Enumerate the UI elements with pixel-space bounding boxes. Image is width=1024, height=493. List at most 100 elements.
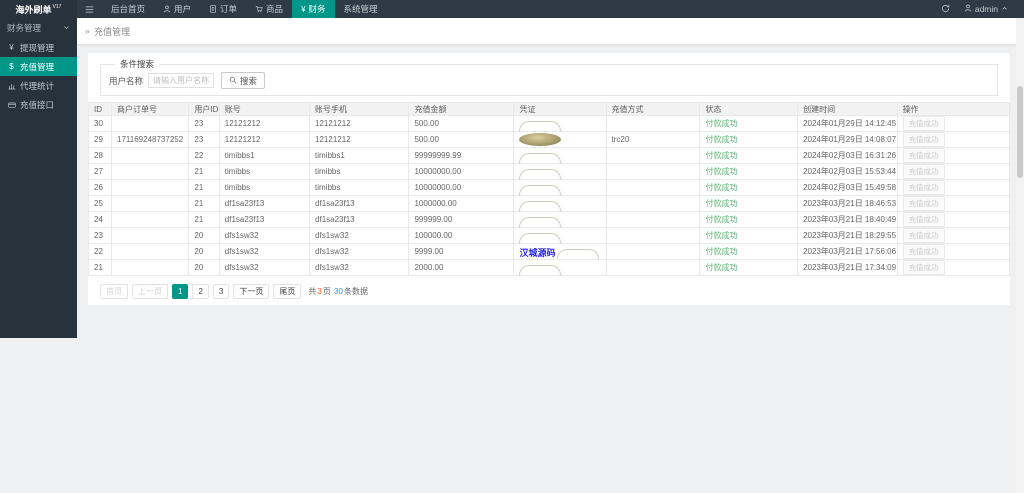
sidebar-section-finance[interactable]: 财务管理 [0,18,77,38]
cell-id: 27 [87,163,113,180]
cell-phone: dfs1sw32 [309,227,410,244]
sidebar-item-label: 代理统计 [20,80,55,91]
nav-item-goods[interactable]: 商品 [246,0,292,18]
cell-time: 2024年01月29日 14:08:07 [797,131,898,148]
page-button-1[interactable]: 1 [172,284,189,299]
voucher-placeholder-arc [519,152,562,163]
cell-order_no [111,243,190,260]
voucher-watermark-text: 汉城源码 [519,247,556,258]
recharge-success-button[interactable]: 充值成功 [902,164,945,179]
cell-order_no [111,163,190,180]
table-row: 24 21 df1sa23f13 df1sa23f13 999999.00 付款成功 202… [87,211,1011,228]
cell-method [605,163,701,180]
cell-action: 充值成功 [896,243,1011,260]
cell-account: 12121212 [218,115,311,132]
recharge-success-button[interactable]: 充值成功 [902,180,945,195]
scrollbar-thumb[interactable] [1017,86,1023,178]
cell-amount: 10000000.00 [408,179,515,196]
cell-amount: 500.00 [408,115,515,132]
cell-id: 21 [87,259,113,276]
cell-method [605,147,701,164]
user-menu[interactable]: admin [964,4,1008,14]
cell-user_id: 23 [188,131,220,148]
refresh-icon[interactable] [941,4,950,15]
recharge-success-button[interactable]: 充值成功 [902,228,945,243]
cell-phone: df1sa23f13 [309,211,410,228]
page-button-3[interactable]: 3 [212,284,230,299]
cell-status: 付款成功 [699,179,799,196]
nav-item-label: 财务 [308,4,326,14]
cell-time: 2024年02月03日 15:53:44 [797,163,898,180]
cell-amount: 99999999.99 [408,147,515,164]
cell-action: 充值成功 [896,115,1011,132]
sidebar-item-withdraw[interactable]: ¥ 提现管理 [0,38,77,57]
cell-id: 28 [87,147,113,164]
cell-action: 充值成功 [896,147,1011,164]
recharge-success-button[interactable]: 充值成功 [902,212,945,227]
status-badge: 付款成功 [705,183,738,192]
cell-account: 12121212 [218,131,311,148]
search-button-label: 搜索 [240,75,258,86]
nav-item-dashboard[interactable]: 后台首页 [102,0,154,18]
recharge-success-button[interactable]: 充值成功 [902,244,945,259]
search-button[interactable]: 搜索 [221,72,266,89]
table-row: 26 21 timibbs timibbs 10000000.00 付款成功 2024年02… [87,179,1011,196]
sidebar-item-recharge[interactable]: $ 充值管理 [0,57,77,76]
nav-item-users[interactable]: 用户 [154,0,200,18]
nav-item-finance[interactable]: ¥ 财务 [292,0,335,18]
nav-item-system[interactable]: 系统管理 [335,0,387,18]
voucher-image[interactable] [519,133,562,146]
cell-order_no [111,259,190,276]
cell-time: 2024年01月29日 14:12:45 [797,115,898,132]
sidebar-item-agent-stats[interactable]: 代理统计 [0,76,77,95]
users-icon [163,5,171,13]
username-label: admin [974,4,998,14]
orders-icon [209,5,217,13]
cell-user_id: 21 [188,211,220,228]
nav-item-orders[interactable]: 订单 [200,0,246,18]
pagination-summary: 共3页 30条数据 [308,287,368,296]
cell-action: 充值成功 [896,211,1011,228]
pagination: 首页 上一页 1 2 3 下一页 尾页 共3页 30条数据 [100,284,1010,299]
menu-toggle-icon[interactable] [77,0,102,18]
cell-order_no [111,211,190,228]
table-row: 30 23 12121212 12121212 500.00 付款成功 2024年01月29… [87,115,1011,132]
cell-phone: 12121212 [309,115,410,132]
cell-phone: dfs1sw32 [309,243,410,260]
page-button-2[interactable]: 2 [192,284,209,299]
cell-action: 充值成功 [896,227,1011,244]
cell-id: 22 [87,243,113,260]
recharge-success-button[interactable]: 充值成功 [902,116,945,131]
recharge-success-button[interactable]: 充值成功 [902,196,945,211]
cell-account: dfs1sw32 [218,243,311,260]
page-button-next[interactable]: 下一页 [233,284,270,299]
recharge-api-icon [7,101,16,109]
page-button-last[interactable]: 尾页 [273,284,302,299]
cell-account: df1sa23f13 [218,211,311,228]
cell-user_id: 21 [188,195,220,212]
sidebar-menu: ¥ 提现管理 $ 充值管理代理统计充值接口 [0,38,77,114]
brand-logo[interactable]: 海外刷单 V17 [0,0,77,18]
status-badge: 付款成功 [705,199,738,208]
cell-status: 付款成功 [699,147,799,164]
search-fieldset: 条件搜索 用户名称 搜索 [100,58,998,96]
cell-time: 2023年03月21日 18:46:53 [797,195,898,212]
goods-icon [255,5,263,13]
username-input[interactable] [148,73,215,88]
cell-order_no: 171169248737252 [111,131,190,148]
recharge-success-button[interactable]: 充值成功 [902,148,945,163]
voucher-placeholder-arc [557,248,600,259]
recharge-success-button[interactable]: 充值成功 [902,132,945,147]
recharge-success-button[interactable]: 充值成功 [902,260,945,275]
cell-amount: 100000.00 [408,227,515,244]
cell-amount: 9999.00 [408,243,515,260]
status-badge: 付款成功 [705,167,738,176]
sidebar-item-recharge-api[interactable]: 充值接口 [0,95,77,114]
cell-status: 付款成功 [699,243,799,260]
col-header-amount: 充值金额 [408,102,515,116]
cell-user_id: 20 [188,243,220,260]
cell-method [605,243,701,260]
sidebar-section-label: 财务管理 [7,23,42,33]
scrollbar-track[interactable] [1016,18,1024,493]
voucher-placeholder-arc [519,168,562,179]
